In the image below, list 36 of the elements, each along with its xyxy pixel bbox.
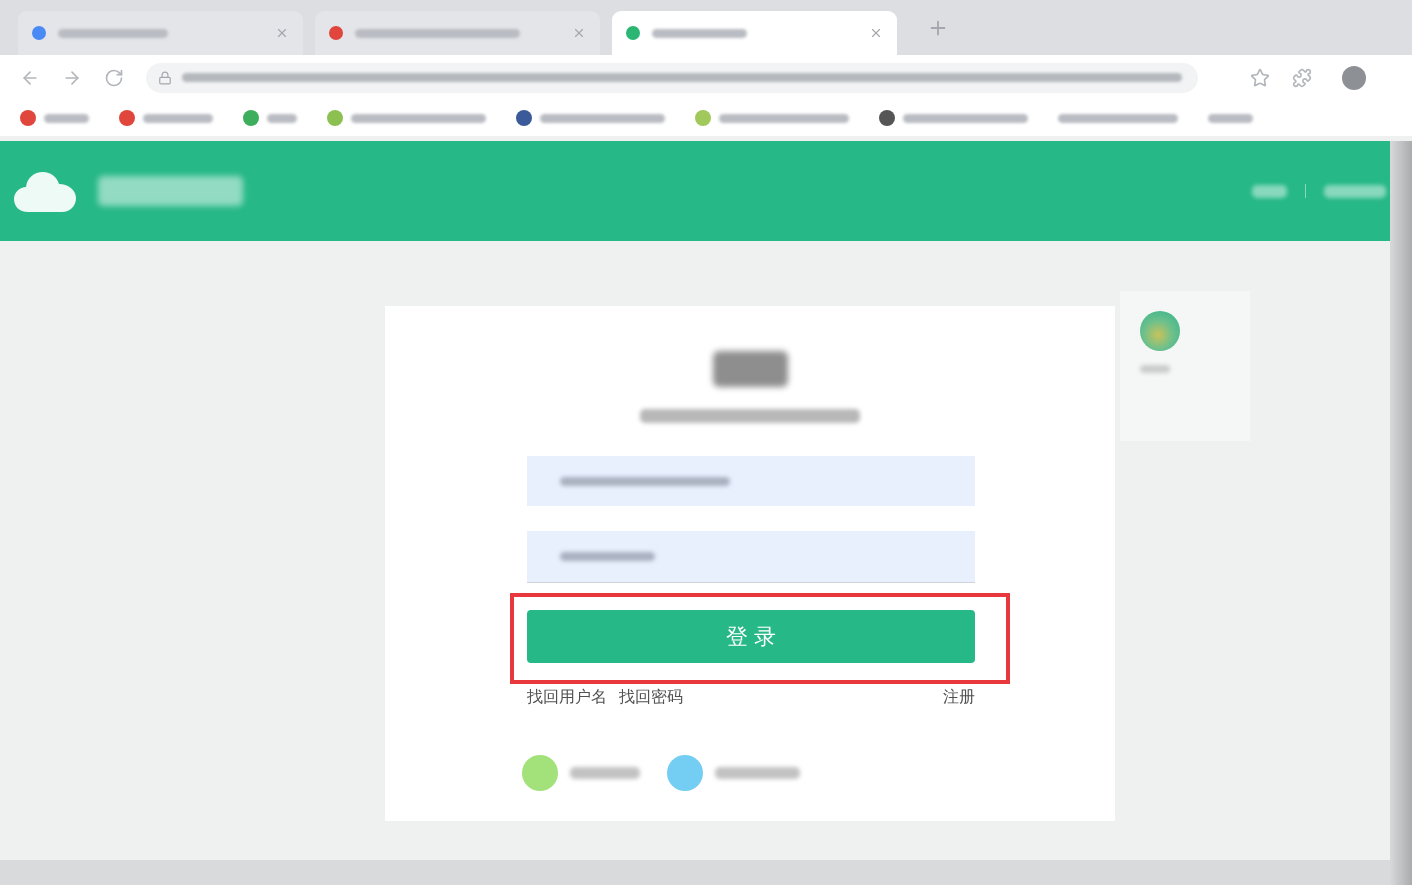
avatar-icon xyxy=(1140,311,1180,351)
reload-button[interactable] xyxy=(104,67,124,88)
blurred-text xyxy=(1324,184,1386,198)
blurred-text xyxy=(44,113,89,123)
browser-tab[interactable] xyxy=(315,11,600,55)
star-icon xyxy=(1250,67,1270,88)
recover-link[interactable]: 找回用户名 xyxy=(527,687,607,707)
close-icon xyxy=(275,26,289,40)
blurred-text xyxy=(570,767,640,779)
browser-tab[interactable] xyxy=(18,11,303,55)
register-link[interactable]: 注册 xyxy=(943,687,975,707)
recover-link[interactable]: 找回密码 xyxy=(619,687,683,707)
cloud-icon xyxy=(14,170,76,212)
close-tab-button[interactable] xyxy=(572,26,586,40)
close-icon xyxy=(572,26,586,40)
input-field[interactable] xyxy=(527,531,975,583)
close-icon xyxy=(869,26,883,40)
close-tab-button[interactable] xyxy=(275,26,289,40)
extensions-button[interactable] xyxy=(1292,67,1312,88)
address-field[interactable] xyxy=(146,62,1198,93)
blurred-text xyxy=(267,113,297,123)
blurred-text xyxy=(1140,365,1170,373)
bookmark-star-button[interactable] xyxy=(1250,67,1270,88)
blurred-text xyxy=(143,113,213,123)
scrollbar[interactable] xyxy=(1390,141,1412,885)
social-login-button[interactable] xyxy=(667,755,800,791)
input-field[interactable] xyxy=(527,456,975,506)
profile-button[interactable] xyxy=(1342,65,1366,90)
social-login-button[interactable] xyxy=(522,755,640,791)
puzzle-icon xyxy=(1292,67,1312,88)
lock-icon xyxy=(158,70,172,85)
reload-icon xyxy=(104,67,124,88)
close-tab-button[interactable] xyxy=(869,26,883,40)
blurred-text xyxy=(1208,113,1253,123)
blurred-text xyxy=(1252,184,1287,198)
browser-tab[interactable] xyxy=(612,11,897,55)
